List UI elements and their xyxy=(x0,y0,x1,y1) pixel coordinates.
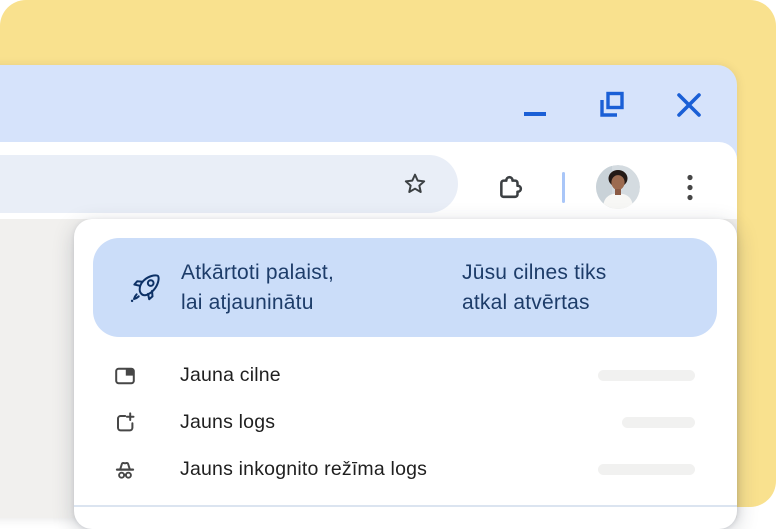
menu-item-label: Jauns logs xyxy=(180,411,275,434)
relaunch-to-update-banner[interactable]: Atkārtoti palaist, lai atjauninātu Jūsu … xyxy=(93,238,717,337)
chrome-app-menu: Atkārtoti palaist, lai atjauninātu Jūsu … xyxy=(74,219,737,529)
browser-toolbar xyxy=(0,142,737,213)
incognito-icon xyxy=(113,458,137,482)
menu-item-label: Jauns inkognito režīma logs xyxy=(180,458,427,481)
banner-info-line1: Jūsu cilnes tiks xyxy=(462,258,606,288)
star-icon[interactable] xyxy=(402,171,428,197)
toolbar-divider xyxy=(562,172,565,203)
menu-item-new-incognito-window[interactable]: Jauns inkognito režīma logs xyxy=(74,446,737,493)
menu-item-list: Jauna cilne Jauns logs Jauns inkognito r… xyxy=(74,352,737,493)
avatar-image xyxy=(596,165,640,209)
puzzle-icon[interactable] xyxy=(495,172,525,202)
new-tab-icon xyxy=(113,364,137,388)
banner-info-text: Jūsu cilnes tiks atkal atvērtas xyxy=(462,258,606,318)
menu-item-label: Jauna cilne xyxy=(180,364,281,387)
banner-action-line1: Atkārtoti palaist, xyxy=(181,258,409,288)
banner-action-text: Atkārtoti palaist, lai atjauninātu xyxy=(181,258,409,318)
address-bar[interactable] xyxy=(0,155,458,213)
menu-item-new-tab[interactable]: Jauna cilne xyxy=(74,352,737,399)
banner-info-line2: atkal atvērtas xyxy=(462,288,606,318)
close-button[interactable] xyxy=(675,91,703,119)
new-window-icon xyxy=(113,411,137,435)
shortcut-placeholder xyxy=(598,370,695,381)
restore-button[interactable] xyxy=(598,91,626,119)
three-dot-icon[interactable] xyxy=(677,173,703,202)
menu-item-new-window[interactable]: Jauns logs xyxy=(74,399,737,446)
rocket-icon xyxy=(126,269,164,307)
shortcut-placeholder xyxy=(598,464,695,475)
minimize-button[interactable] xyxy=(521,91,549,119)
avatar[interactable] xyxy=(596,165,640,209)
menu-divider xyxy=(74,505,737,507)
banner-action-line2: lai atjauninātu xyxy=(181,288,409,318)
shortcut-placeholder xyxy=(622,417,695,428)
